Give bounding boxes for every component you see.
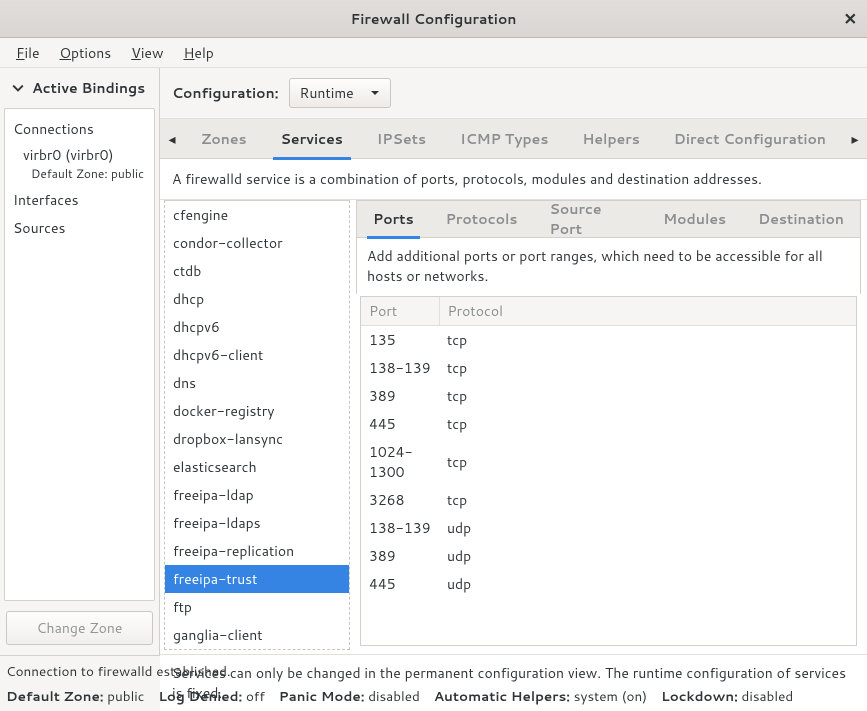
tree-connection-zone: Default Zone: public [5, 165, 154, 186]
service-item[interactable]: freeipa-replication [165, 537, 349, 565]
configuration-value: Runtime [300, 83, 354, 103]
table-row[interactable]: 389udp [361, 542, 856, 570]
status-panic-mode: Panic Mode: disabled [279, 687, 420, 706]
subtab-modules[interactable]: Modules [647, 200, 742, 238]
ports-col-port[interactable]: Port [361, 297, 439, 326]
bindings-tree[interactable]: Connections virbr0 (virbr0) Default Zone… [4, 108, 155, 601]
service-item[interactable]: cfengine [165, 201, 349, 229]
service-subtabstrip: PortsProtocolsSource PortModulesDestinat… [356, 200, 861, 238]
table-row[interactable]: 1024-1300tcp [361, 438, 856, 486]
change-zone-button[interactable]: Change Zone [6, 611, 153, 645]
tab-ipsets[interactable]: IPSets [363, 119, 440, 159]
ports-table-wrap: Port Protocol 135tcp138-139tcp389tcp445t… [360, 296, 857, 646]
cell-port: 135 [361, 326, 439, 355]
ports-col-protocol[interactable]: Protocol [439, 297, 856, 326]
service-detail: PortsProtocolsSource PortModulesDestinat… [350, 200, 867, 654]
cell-port: 138-139 [361, 514, 439, 542]
tree-category-sources[interactable]: Sources [5, 214, 154, 242]
cell-port: 1024-1300 [361, 438, 439, 486]
table-row[interactable]: 445udp [361, 570, 856, 598]
menu-view[interactable]: View [121, 39, 173, 67]
cell-protocol: udp [439, 542, 856, 570]
cell-protocol: tcp [439, 326, 856, 355]
cell-port: 445 [361, 570, 439, 598]
cell-protocol: tcp [439, 438, 856, 486]
tab-direct-configuration[interactable]: Direct Configuration [660, 119, 840, 159]
cell-port: 138-139 [361, 354, 439, 382]
side-panel-header[interactable]: Active Bindings [0, 68, 159, 108]
service-item[interactable]: freeipa-ldap [165, 481, 349, 509]
cell-port: 3268 [361, 486, 439, 514]
title-bar: Firewall Configuration ✕ [0, 0, 867, 38]
subtab-protocols[interactable]: Protocols [430, 200, 534, 238]
cell-protocol: udp [439, 514, 856, 542]
chevron-down-icon [12, 82, 24, 94]
subtab-destination[interactable]: Destination [742, 200, 860, 238]
menu-help[interactable]: Help [173, 39, 223, 67]
tab-zones[interactable]: Zones [187, 119, 261, 159]
main-panel: Configuration: Runtime ◂ ZonesServicesIP… [160, 68, 867, 655]
table-row[interactable]: 138-139udp [361, 514, 856, 542]
cell-protocol: tcp [439, 410, 856, 438]
service-item[interactable]: dhcpv6 [165, 313, 349, 341]
cell-protocol: tcp [439, 382, 856, 410]
cell-port: 389 [361, 382, 439, 410]
service-item[interactable]: ctdb [165, 257, 349, 285]
cell-protocol: tcp [439, 354, 856, 382]
service-item[interactable]: dhcp [165, 285, 349, 313]
status-automatic-helpers: Automatic Helpers: system (on) [434, 687, 647, 706]
side-panel: Active Bindings Connections virbr0 (virb… [0, 68, 160, 655]
service-item[interactable]: dns [165, 369, 349, 397]
status-log-denied: Log Denied: off [158, 687, 264, 706]
status-lockdown: Lockdown: disabled [661, 687, 793, 706]
tab-helpers[interactable]: Helpers [568, 119, 654, 159]
subtab-ports[interactable]: Ports [357, 200, 430, 238]
ports-table: Port Protocol 135tcp138-139tcp389tcp445t… [361, 297, 856, 598]
tab-services[interactable]: Services [267, 119, 357, 159]
service-item[interactable]: docker-registry [165, 397, 349, 425]
side-panel-title: Active Bindings [32, 78, 145, 98]
cell-port: 389 [361, 542, 439, 570]
service-list[interactable]: cfenginecondor-collectorctdbdhcpdhcpv6dh… [164, 200, 350, 650]
tree-category-interfaces[interactable]: Interfaces [5, 186, 154, 214]
service-item[interactable]: ftp [165, 593, 349, 621]
service-item[interactable]: freeipa-ldaps [165, 509, 349, 537]
service-item[interactable]: dropbox-lansync [165, 425, 349, 453]
menu-bar: File Options View Help [0, 38, 867, 68]
table-row[interactable]: 389tcp [361, 382, 856, 410]
status-default-zone: Default Zone: public [6, 687, 144, 706]
tab-scroll-left[interactable]: ◂ [160, 129, 184, 149]
cell-port: 445 [361, 410, 439, 438]
table-row[interactable]: 3268tcp [361, 486, 856, 514]
tree-category-connections[interactable]: Connections [5, 115, 154, 143]
table-row[interactable]: 135tcp [361, 326, 856, 355]
dropdown-arrow-icon [370, 88, 380, 98]
menu-options[interactable]: Options [50, 39, 122, 67]
menu-file[interactable]: File [6, 39, 50, 67]
top-tabstrip: ◂ ZonesServicesIPSetsICMP TypesHelpersDi… [160, 119, 867, 159]
configuration-row: Configuration: Runtime [160, 68, 867, 119]
configuration-label: Configuration: [172, 83, 279, 103]
service-description: A firewalld service is a combination of … [160, 159, 867, 200]
subtab-source-port[interactable]: Source Port [533, 190, 647, 248]
window-title: Firewall Configuration [351, 9, 517, 29]
tab-icmp-types[interactable]: ICMP Types [446, 119, 562, 159]
configuration-dropdown[interactable]: Runtime [289, 78, 391, 108]
service-item[interactable]: ganglia-client [165, 621, 349, 649]
cell-protocol: tcp [439, 486, 856, 514]
service-item[interactable]: condor-collector [165, 229, 349, 257]
cell-protocol: udp [439, 570, 856, 598]
service-item[interactable]: dhcpv6-client [165, 341, 349, 369]
table-row[interactable]: 445tcp [361, 410, 856, 438]
service-item[interactable]: freeipa-trust [165, 565, 349, 593]
service-item[interactable]: elasticsearch [165, 453, 349, 481]
tab-scroll-right[interactable]: ▸ [843, 129, 867, 149]
tree-connection-item[interactable]: virbr0 (virbr0) [5, 143, 154, 165]
table-row[interactable]: 138-139tcp [361, 354, 856, 382]
close-icon[interactable]: ✕ [844, 7, 857, 30]
